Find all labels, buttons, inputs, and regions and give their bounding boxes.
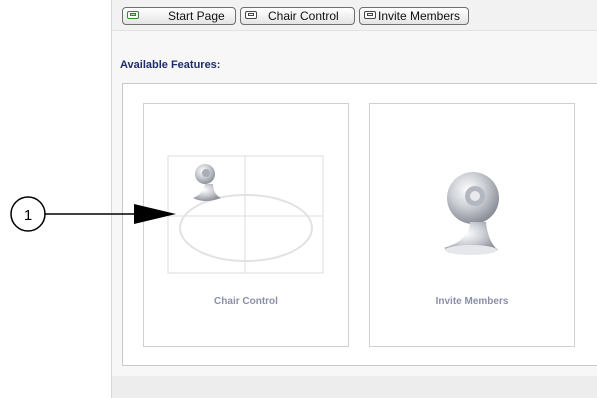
callout-number: 1 xyxy=(24,207,32,224)
arrowhead-icon xyxy=(134,204,176,224)
callout-annotation: 1 xyxy=(10,196,176,232)
